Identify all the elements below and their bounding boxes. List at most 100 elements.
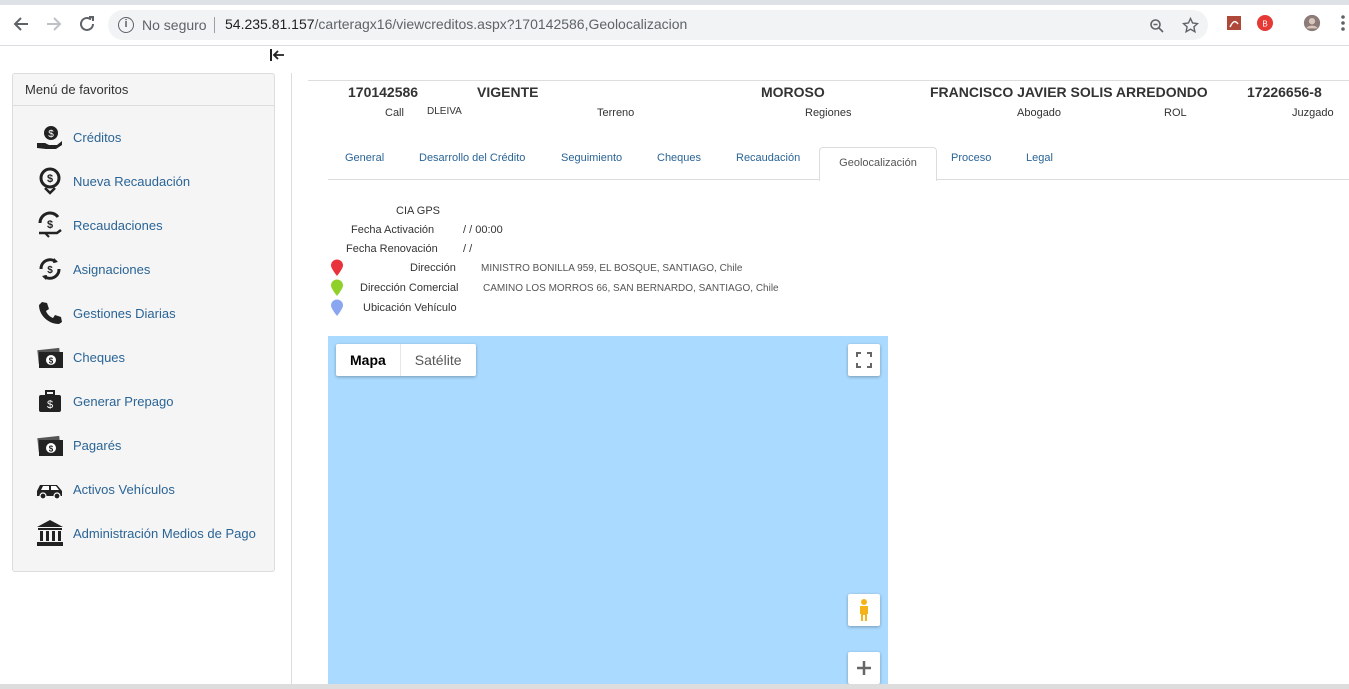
- renewal-date-label: Fecha Renovación: [346, 243, 438, 255]
- menu-item-label: Asignaciones: [73, 261, 151, 277]
- promissory-note-icon: $: [35, 430, 65, 460]
- tab-cheques[interactable]: Cheques: [657, 152, 701, 164]
- activation-date-label: Fecha Activación: [351, 224, 435, 236]
- svg-text:$: $: [47, 399, 53, 411]
- menu-item-label: Generar Prepago: [73, 393, 174, 409]
- menu-item-label: Créditos: [73, 129, 122, 145]
- url-text[interactable]: 54.235.81.157/carteragx16/viewcreditos.a…: [225, 16, 687, 32]
- divider: [214, 17, 215, 33]
- menu-item-generar-prepago[interactable]: $ Generar Prepago: [35, 386, 173, 416]
- svg-text:$: $: [47, 265, 53, 276]
- cheque-icon: $: [35, 342, 65, 372]
- svg-text:$: $: [48, 129, 54, 140]
- briefcase-money-icon: $: [35, 386, 65, 416]
- terreno-label: Terreno: [597, 107, 635, 119]
- tab-general[interactable]: General: [345, 152, 384, 164]
- extension-badge-icon[interactable]: B: [1256, 14, 1274, 32]
- url-path: /carteragx16/viewcreditos.aspx?170142586…: [314, 16, 688, 32]
- svg-text:$: $: [47, 219, 53, 231]
- car-icon: [35, 474, 65, 504]
- menu-item-label: Administración Medios de Pago: [73, 525, 256, 541]
- tab-desarrollo-credito[interactable]: Desarrollo del Crédito: [419, 152, 525, 164]
- menu-item-label: Nueva Recaudación: [73, 173, 191, 189]
- renewal-date-value: / /: [463, 243, 473, 255]
- address-value: MINISTRO BONILLA 959, EL BOSQUE, SANTIAG…: [481, 263, 743, 274]
- credit-hand-icon: $: [35, 122, 65, 152]
- map-type-satellite-button[interactable]: Satélite: [399, 344, 476, 376]
- green-marker-icon: [331, 279, 343, 296]
- menu-item-asignaciones[interactable]: $ Asignaciones: [35, 254, 150, 284]
- zoom-in-icon[interactable]: [848, 652, 880, 684]
- assignments-icon: $: [35, 254, 65, 284]
- menu-item-recaudaciones[interactable]: $ Recaudaciones: [35, 210, 163, 240]
- credit-number: 170142586: [348, 84, 419, 100]
- svg-text:$: $: [47, 173, 53, 185]
- info-icon[interactable]: i: [118, 17, 134, 33]
- credit-status: VIGENTE: [477, 84, 539, 100]
- favorites-menu: Menú de favoritos $ Créditos $ Nueva Rec…: [12, 73, 275, 572]
- map-type-control: Mapa Satélite: [336, 344, 476, 376]
- profile-avatar[interactable]: [1303, 14, 1321, 32]
- menu-item-label: Gestiones Diarias: [73, 305, 176, 321]
- tab-proceso[interactable]: Proceso: [951, 152, 991, 164]
- url-host: 54.235.81.157: [225, 16, 315, 32]
- svg-text:$: $: [49, 357, 54, 366]
- bank-icon: [35, 518, 65, 548]
- svg-text:$: $: [49, 445, 54, 454]
- forward-icon[interactable]: [42, 12, 66, 36]
- menu-item-label: Recaudaciones: [73, 217, 163, 233]
- fullscreen-icon[interactable]: [848, 344, 880, 376]
- menu-item-label: Cheques: [73, 349, 126, 365]
- tab-strip: [0, 0, 1349, 5]
- cia-gps-label: CIA GPS: [396, 205, 441, 217]
- commercial-address-value: CAMINO LOS MORROS 66, SAN BERNARDO, SANT…: [483, 283, 779, 294]
- reload-icon[interactable]: [75, 12, 99, 36]
- favorites-menu-title: Menú de favoritos: [13, 74, 274, 106]
- tab-recaudacion[interactable]: Recaudación: [736, 152, 800, 164]
- menu-item-creditos[interactable]: $ Créditos: [35, 122, 121, 152]
- pdf-extension-icon[interactable]: [1225, 14, 1243, 32]
- call-value: DLEIVA: [427, 106, 462, 117]
- browser-toolbar: i No seguro 54.235.81.157/carteragx16/vi…: [0, 0, 1349, 46]
- client-rut: 17226656-8: [1247, 84, 1322, 100]
- menu-item-cheques[interactable]: $ Cheques: [35, 342, 125, 372]
- address-bar[interactable]: i No seguro 54.235.81.157/carteragx16/vi…: [108, 10, 1208, 40]
- horizontal-scrollbar[interactable]: [0, 684, 1349, 689]
- juzgado-label: Juzgado: [1292, 107, 1334, 119]
- map[interactable]: Mapa Satélite: [328, 336, 888, 689]
- rol-label: ROL: [1164, 107, 1187, 119]
- svg-text:B: B: [1262, 20, 1267, 29]
- tab-seguimiento[interactable]: Seguimiento: [561, 152, 622, 164]
- star-icon[interactable]: [1181, 16, 1199, 34]
- address-label: Dirección: [410, 262, 456, 274]
- new-collection-icon: $: [35, 166, 65, 196]
- security-label: No seguro: [142, 17, 207, 33]
- menu-item-gestiones-diarias[interactable]: Gestiones Diarias: [35, 298, 176, 328]
- client-name: FRANCISCO JAVIER SOLIS ARREDONDO: [930, 84, 1208, 100]
- call-label: Call: [385, 107, 404, 119]
- menu-item-activos-vehiculos[interactable]: Activos Vehículos: [35, 474, 175, 504]
- map-type-map-button[interactable]: Mapa: [336, 344, 400, 376]
- activation-date-value: / / 00:00: [463, 224, 503, 236]
- menu-item-administracion-medios-pago[interactable]: Administración Medios de Pago: [35, 518, 256, 548]
- regiones-label: Regiones: [805, 107, 852, 119]
- menu-item-nueva-recaudacion[interactable]: $ Nueva Recaudación: [35, 166, 190, 196]
- abogado-label: Abogado: [1017, 107, 1062, 119]
- collapse-sidebar-icon[interactable]: [269, 47, 285, 68]
- tab-geolocalizacion[interactable]: Geolocalización: [819, 147, 937, 181]
- more-menu-icon[interactable]: [1334, 14, 1349, 32]
- zoom-icon[interactable]: [1148, 17, 1166, 35]
- menu-item-label: Activos Vehículos: [73, 481, 175, 497]
- divider: [291, 73, 292, 689]
- vehicle-location-label: Ubicación Vehículo: [363, 302, 457, 314]
- phone-icon: [35, 298, 65, 328]
- street-view-pegman-icon[interactable]: [848, 594, 880, 626]
- menu-item-pagares[interactable]: $ Pagarés: [35, 430, 121, 460]
- red-marker-icon: [331, 259, 343, 276]
- back-icon[interactable]: [9, 12, 33, 36]
- menu-item-label: Pagarés: [73, 437, 122, 453]
- collections-icon: $: [35, 210, 65, 240]
- blue-marker-icon: [331, 299, 343, 316]
- commercial-address-label: Dirección Comercial: [360, 282, 459, 294]
- tab-legal[interactable]: Legal: [1026, 152, 1053, 164]
